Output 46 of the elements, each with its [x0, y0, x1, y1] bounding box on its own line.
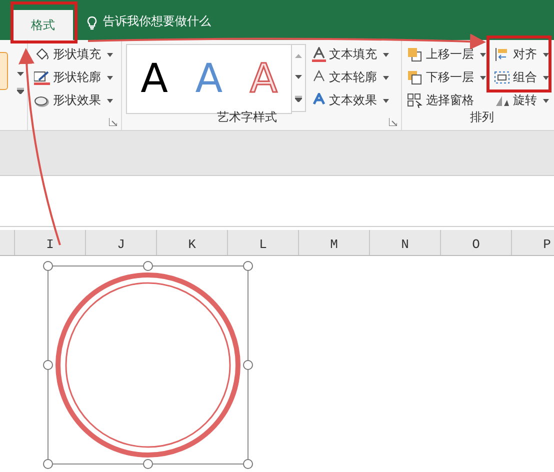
more-icon[interactable]: [295, 96, 302, 102]
column-header[interactable]: L: [228, 230, 299, 255]
text-fill-icon: [312, 47, 326, 62]
ribbon-menu-button[interactable]: 上移一层: [407, 43, 486, 66]
ribbon-tab[interactable]: 格式: [13, 10, 73, 40]
paint-bucket-icon: [34, 48, 50, 62]
ribbon-menu-button[interactable]: 文本效果: [312, 89, 389, 112]
ribbon-menu-button[interactable]: 下移一层: [407, 66, 486, 89]
column-header[interactable]: J: [86, 230, 157, 255]
pencil-icon: [34, 70, 50, 84]
send-backward-icon: [407, 70, 423, 85]
annotation-box: [10, 2, 78, 44]
ribbon-menu-button[interactable]: 组合: [494, 66, 549, 89]
ribbon-menu-button[interactable]: 形状填充: [34, 43, 121, 66]
circle-shape[interactable]: [42, 260, 254, 472]
ribbon-menu-button[interactable]: 文本填充: [312, 43, 389, 66]
align-icon: [494, 47, 510, 62]
column-header[interactable]: K: [157, 230, 228, 255]
ribbon-menu-button[interactable]: 对齐: [494, 43, 549, 66]
group-label: 排列: [470, 109, 494, 126]
annotation-box: [486, 36, 552, 92]
column-header[interactable]: M: [299, 230, 370, 255]
more-icon[interactable]: [17, 88, 24, 94]
ribbon-menu-button[interactable]: 旋转: [494, 89, 549, 112]
ribbon-menu-button[interactable]: 选择窗格: [407, 89, 486, 112]
column-header[interactable]: P: [512, 230, 554, 255]
ribbon-menu-button[interactable]: 形状轮廓: [34, 66, 121, 89]
dialog-launcher-icon[interactable]: [389, 118, 397, 126]
dialog-launcher-icon[interactable]: [109, 118, 117, 126]
group-label: 艺术字样式: [217, 109, 277, 126]
scroll-up-icon[interactable]: [295, 54, 302, 58]
bring-forward-icon: [407, 47, 423, 62]
wordart-style[interactable]: A: [140, 56, 168, 102]
shape-effect-icon: [34, 94, 50, 108]
column-header[interactable]: I: [15, 230, 86, 255]
lightbulb-icon: [87, 16, 97, 30]
caret-icon[interactable]: [17, 72, 24, 76]
scroll-down-icon[interactable]: [295, 74, 302, 79]
gallery-scrollbar[interactable]: [292, 44, 306, 112]
group-icon: [494, 70, 510, 85]
column-header[interactable]: N: [370, 230, 441, 255]
ribbon-menu-button[interactable]: 形状效果: [34, 89, 121, 112]
selection-pane-icon: [407, 93, 423, 108]
ribbon-menu-button[interactable]: 文本轮廓: [312, 66, 389, 89]
column-header[interactable]: O: [441, 230, 512, 255]
tell-me-field[interactable]: 告诉我你想要做什么: [103, 13, 211, 30]
